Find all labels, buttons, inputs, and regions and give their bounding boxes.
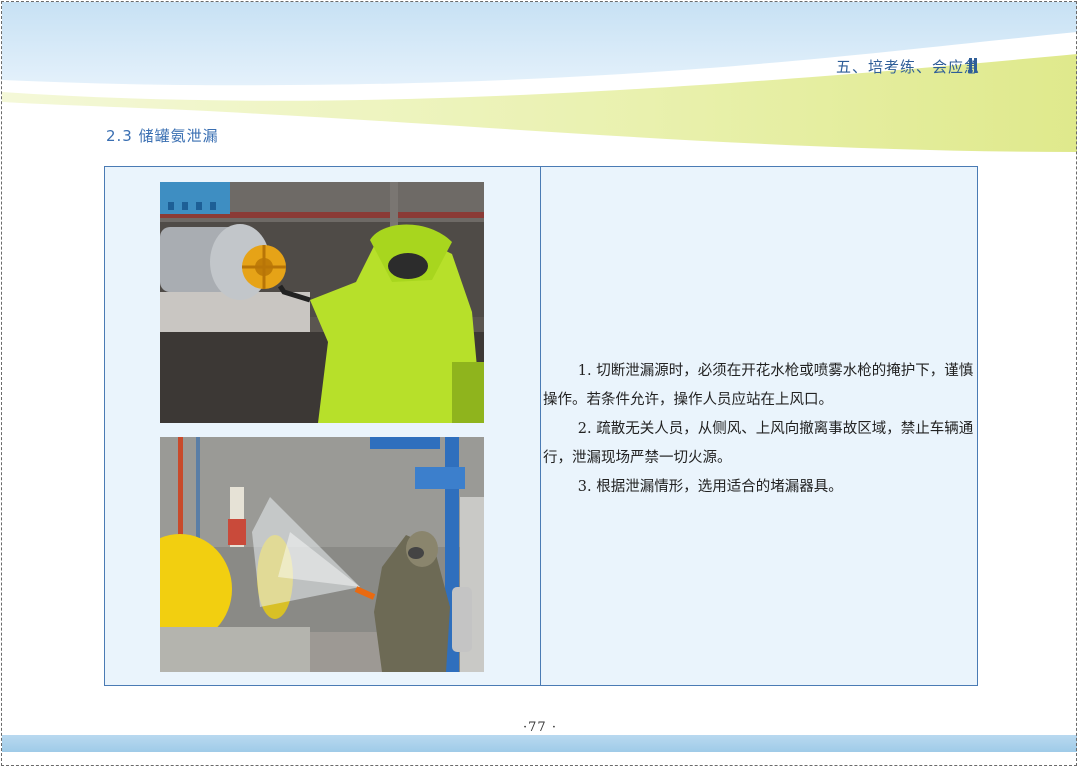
footer-band xyxy=(2,735,1077,752)
table-divider xyxy=(540,167,541,685)
instruction-text: 1. 切断泄漏源时，必须在开花水枪或喷雾水枪的掩护下，谨慎操作。若条件允许，操作… xyxy=(543,357,975,502)
instruction-paragraph-3: 3. 根据泄漏情形，选用适合的堵漏器具。 xyxy=(577,479,843,495)
photo-water-mist-spray xyxy=(160,437,484,672)
header-bars-icon xyxy=(969,58,978,73)
page-number: ·77 · xyxy=(523,720,557,735)
instruction-paragraph-2: 2. 疏散无关人员，从侧风、上风向撤离事故区域，禁止车辆通行，泄漏现场严禁一切火… xyxy=(543,421,974,466)
section-title: 2.3 储罐氨泄漏 xyxy=(106,127,219,145)
photo-protective-suit-valve xyxy=(160,182,484,423)
instruction-paragraph-1: 1. 切断泄漏源时，必须在开花水枪或喷雾水枪的掩护下，谨慎操作。若条件允许，操作… xyxy=(543,363,974,408)
content-table: 1. 切断泄漏源时，必须在开花水枪或喷雾水枪的掩护下，谨慎操作。若条件允许，操作… xyxy=(104,166,978,686)
section-header: 五、培考练、会应急 xyxy=(835,58,980,76)
